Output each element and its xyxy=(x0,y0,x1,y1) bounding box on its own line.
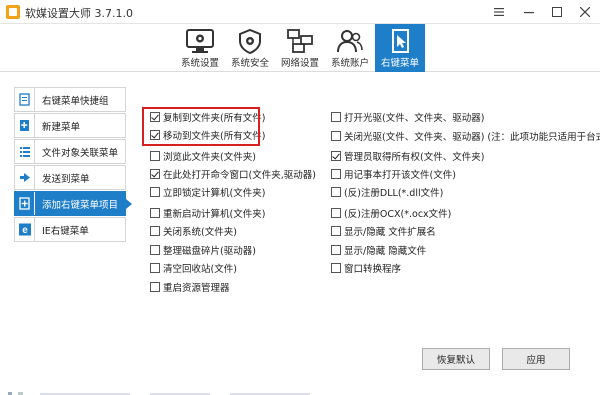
checkbox[interactable] xyxy=(150,226,160,236)
title-bar: 软媒设置大师 3.7.1.0 xyxy=(0,0,600,24)
option-browse-folder[interactable]: 浏览此文件夹(文件夹) xyxy=(150,149,256,163)
option-label: 整理磁盘碎片(驱动器) xyxy=(163,246,256,257)
option-label: (反)注册OCX(*.ocx文件) xyxy=(344,209,452,220)
tab-network-settings[interactable]: 网络设置 xyxy=(275,24,325,72)
cutoff-strip xyxy=(8,392,310,395)
option-label: 浏览此文件夹(文件夹) xyxy=(163,152,256,163)
checkbox[interactable] xyxy=(150,187,160,197)
app-logo-icon xyxy=(6,5,20,19)
option-label: 在此处打开命令窗口(文件夹,驱动器) xyxy=(163,170,316,181)
checkbox[interactable] xyxy=(331,151,341,161)
sidebar-item-label: 文件对象关联菜单 xyxy=(42,147,119,159)
checkbox[interactable] xyxy=(150,245,160,255)
checkbox[interactable] xyxy=(150,151,160,161)
maximize-icon[interactable] xyxy=(542,0,572,24)
option-label: 显示/隐藏 文件扩展名 xyxy=(344,227,436,238)
option-label: 用记事本打开该文件(文件) xyxy=(344,170,456,181)
svg-text:e: e xyxy=(22,225,28,236)
tab-label: 系统设置 xyxy=(180,58,219,69)
apply-button[interactable]: 应用 xyxy=(502,348,570,370)
tab-system-settings[interactable]: 系统设置 xyxy=(175,24,225,72)
restore-default-button[interactable]: 恢复默认 xyxy=(422,348,490,370)
option-label: 窗口转换程序 xyxy=(344,264,402,275)
sidebar-item-label: 右键菜单快捷组 xyxy=(42,95,109,107)
option-label: 管理员取得所有权(文件、文件夹) xyxy=(344,152,485,163)
close-icon[interactable] xyxy=(570,0,600,24)
add-icon xyxy=(18,197,30,210)
option-register-dll[interactable]: (反)注册DLL(*.dll文件) xyxy=(331,185,443,199)
list-icon xyxy=(19,147,30,157)
option-label: 关闭光驱(文件、文件夹、驱动器) (注：此项功能只适用于台式机) xyxy=(344,132,600,143)
sidebar-item-label: 发送到菜单 xyxy=(42,173,90,185)
checkbox[interactable] xyxy=(331,208,341,218)
option-label: 显示/隐藏 隐藏文件 xyxy=(344,246,427,257)
option-open-cmd-here[interactable]: 在此处打开命令窗口(文件夹,驱动器) xyxy=(150,167,316,181)
sidebar-item-quick-group[interactable]: 右键菜单快捷组 xyxy=(14,87,126,112)
shield-gear-icon xyxy=(239,28,261,54)
option-label: 关闭系统(文件夹) xyxy=(163,227,237,238)
highlight-box xyxy=(142,107,260,146)
option-label: 重启资源管理器 xyxy=(163,283,230,294)
tab-context-menu[interactable]: 右键菜单 xyxy=(375,24,425,72)
checkbox[interactable] xyxy=(331,131,341,141)
sidebar: 右键菜单快捷组 新建菜单 文件对象关联菜单 发送到菜单 添加右键菜单项目 e I… xyxy=(14,87,132,243)
option-open-with-notepad[interactable]: 用记事本打开该文件(文件) xyxy=(331,167,456,181)
option-label: 重新启动计算机(文件夹) xyxy=(163,209,266,220)
sidebar-item-add-context-item[interactable]: 添加右键菜单项目 xyxy=(14,191,132,216)
network-icon xyxy=(287,29,313,53)
option-defrag[interactable]: 整理磁盘碎片(驱动器) xyxy=(150,243,256,257)
option-label: 打开光驱(文件、文件夹、驱动器) xyxy=(344,113,485,124)
page-icon xyxy=(18,93,30,106)
cursor-page-icon xyxy=(392,29,409,53)
checkbox[interactable] xyxy=(331,112,341,122)
option-empty-recycle-bin[interactable]: 清空回收站(文件) xyxy=(150,261,237,275)
checkbox[interactable] xyxy=(331,245,341,255)
tab-label: 网络设置 xyxy=(280,58,319,69)
option-register-ocx[interactable]: (反)注册OCX(*.ocx文件) xyxy=(331,206,451,220)
option-label: 立即锁定计算机(文件夹) xyxy=(163,188,266,199)
tab-label: 右键菜单 xyxy=(380,58,419,69)
tab-system-security[interactable]: 系统安全 xyxy=(225,24,275,72)
tab-system-accounts[interactable]: 系统账户 xyxy=(325,24,375,72)
option-close-cdrom[interactable]: 关闭光驱(文件、文件夹、驱动器) (注：此项功能只适用于台式机) xyxy=(331,129,600,143)
tab-label: 系统安全 xyxy=(230,58,269,69)
sidebar-item-label: IE右键菜单 xyxy=(42,225,89,237)
window-title: 软媒设置大师 3.7.1.0 xyxy=(25,7,133,20)
sidebar-item-new-menu[interactable]: 新建菜单 xyxy=(14,113,126,138)
main-toolbar: 系统设置 系统安全 网络设置 系统账户 右键菜单 xyxy=(0,24,600,72)
option-restart-explorer[interactable]: 重启资源管理器 xyxy=(150,280,230,294)
checkbox[interactable] xyxy=(331,169,341,179)
option-toggle-extension[interactable]: 显示/隐藏 文件扩展名 xyxy=(331,224,436,238)
option-label: 清空回收站(文件) xyxy=(163,264,237,275)
minimize-icon[interactable] xyxy=(514,0,544,24)
checkbox[interactable] xyxy=(331,226,341,236)
checkbox[interactable] xyxy=(150,169,160,179)
checkbox[interactable] xyxy=(331,263,341,273)
sidebar-item-label: 新建菜单 xyxy=(42,121,81,133)
menu-icon[interactable] xyxy=(484,0,514,24)
checkbox[interactable] xyxy=(150,208,160,218)
ie-icon: e xyxy=(18,223,31,236)
sidebar-item-file-association[interactable]: 文件对象关联菜单 xyxy=(14,139,126,164)
monitor-gear-icon xyxy=(186,29,214,53)
checkbox[interactable] xyxy=(150,263,160,273)
sidebar-item-ie-menu[interactable]: e IE右键菜单 xyxy=(14,217,126,242)
option-restart-computer[interactable]: 重新启动计算机(文件夹) xyxy=(150,206,265,220)
option-window-switcher[interactable]: 窗口转换程序 xyxy=(331,261,401,275)
option-lock-computer[interactable]: 立即锁定计算机(文件夹) xyxy=(150,185,265,199)
new-page-icon xyxy=(19,120,29,131)
checkbox[interactable] xyxy=(331,187,341,197)
option-take-ownership[interactable]: 管理员取得所有权(文件、文件夹) xyxy=(331,149,484,163)
option-shutdown[interactable]: 关闭系统(文件夹) xyxy=(150,224,237,238)
sidebar-item-send-to[interactable]: 发送到菜单 xyxy=(14,165,126,190)
option-label: (反)注册DLL(*.dll文件) xyxy=(344,188,444,199)
send-arrow-icon xyxy=(19,173,30,182)
sidebar-item-label: 添加右键菜单项目 xyxy=(42,199,119,211)
tab-label: 系统账户 xyxy=(330,58,369,69)
option-open-cdrom[interactable]: 打开光驱(文件、文件夹、驱动器) xyxy=(331,110,484,124)
option-toggle-hidden-files[interactable]: 显示/隐藏 隐藏文件 xyxy=(331,243,426,257)
checkbox[interactable] xyxy=(150,282,160,292)
users-icon xyxy=(337,30,363,53)
